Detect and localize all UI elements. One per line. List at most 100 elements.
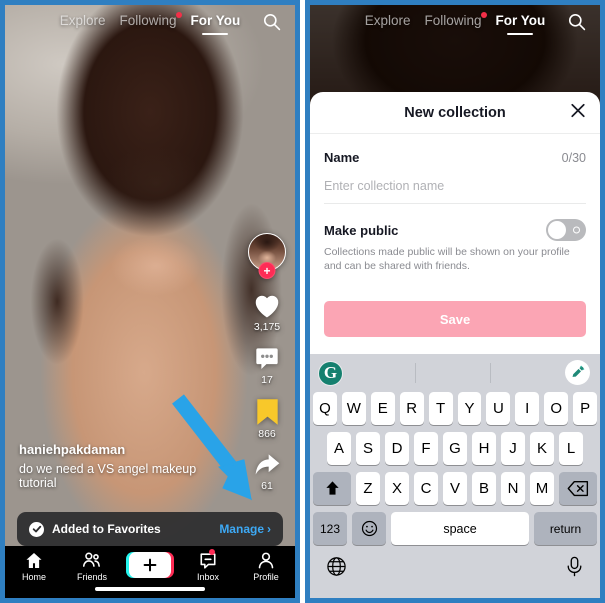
author-handle[interactable]: haniehpakdaman	[19, 442, 235, 457]
key-i[interactable]: I	[515, 392, 540, 425]
key-r[interactable]: R	[399, 392, 424, 425]
key-b[interactable]: B	[472, 472, 496, 505]
keyboard-suggestion-bar: G	[310, 354, 600, 392]
key-g[interactable]: G	[443, 432, 467, 465]
like-button[interactable]: 3,175	[252, 291, 282, 333]
share-count: 61	[261, 480, 273, 492]
manage-link-label: Manage	[219, 522, 264, 536]
inbox-notification-dot	[209, 549, 215, 555]
key-a[interactable]: A	[327, 432, 351, 465]
action-rail: + 3,175 17 866 61	[248, 233, 286, 492]
home-indicator	[95, 587, 205, 591]
key-c[interactable]: C	[414, 472, 438, 505]
left-phone-panel: Explore Following For You + 3,175 17 866…	[0, 0, 300, 603]
keyboard-row-2: A S D F G H J K L	[310, 432, 600, 465]
key-h[interactable]: H	[472, 432, 496, 465]
key-z[interactable]: Z	[356, 472, 380, 505]
top-navigation: Explore Following For You	[5, 12, 295, 31]
right-phone-panel: Explore Following For You New collection	[305, 0, 605, 603]
magic-pencil-icon[interactable]	[565, 360, 590, 385]
modal-header: New collection	[310, 92, 600, 134]
nav-tab-following-label: Following	[119, 13, 177, 28]
comment-button[interactable]: 17	[253, 345, 281, 386]
top-navigation-dimmed: Explore Following For You	[310, 12, 600, 31]
make-public-description: Collections made public will be shown on…	[324, 246, 570, 273]
nav-tab-following[interactable]: Following	[119, 12, 182, 28]
toggle-knob	[548, 221, 566, 239]
close-icon[interactable]	[570, 102, 586, 123]
name-field-header: Name 0/30	[324, 150, 586, 165]
modal-body: Name 0/30 Enter collection name Make pub…	[310, 150, 600, 338]
shift-icon[interactable]	[313, 472, 351, 505]
following-notification-dot	[175, 12, 182, 18]
key-y[interactable]: Y	[457, 392, 482, 425]
bottom-tab-friends[interactable]: Friends	[63, 551, 121, 582]
make-public-row: Make public	[324, 219, 586, 241]
comment-count: 17	[261, 374, 273, 386]
key-j[interactable]: J	[501, 432, 525, 465]
make-public-label: Make public	[324, 222, 399, 238]
collection-name-input[interactable]: Enter collection name	[324, 179, 586, 204]
grammarly-g-icon[interactable]: G	[318, 360, 343, 386]
manage-link[interactable]: Manage ›	[219, 522, 271, 536]
key-n[interactable]: N	[501, 472, 525, 505]
bottom-tab-profile[interactable]: Profile	[237, 551, 295, 582]
bottom-tab-inbox-label: Inbox	[196, 572, 220, 582]
char-counter: 0/30	[561, 150, 586, 165]
bottom-tab-friends-label: Friends	[76, 572, 107, 582]
key-d[interactable]: D	[385, 432, 409, 465]
favorite-button[interactable]: 866	[256, 398, 279, 440]
key-f[interactable]: F	[414, 432, 438, 465]
bottom-tab-home-label: Home	[21, 572, 46, 582]
backspace-icon[interactable]	[559, 472, 597, 505]
nav-tab-for-you[interactable]: For You	[191, 13, 241, 28]
key-t[interactable]: T	[428, 392, 453, 425]
make-public-toggle[interactable]	[546, 219, 586, 241]
search-icon[interactable]	[262, 12, 281, 31]
nav-tab-following-label: Following	[424, 13, 482, 28]
video-caption: do we need a VS angel makeup tutorial	[19, 462, 197, 490]
create-plus-icon[interactable]	[126, 552, 174, 578]
key-v[interactable]: V	[443, 472, 467, 505]
space-key[interactable]: space	[391, 512, 529, 545]
suggestion-divider	[490, 363, 491, 383]
author-avatar-button[interactable]: +	[248, 233, 286, 279]
modal-title: New collection	[404, 104, 506, 121]
screenshot-stage: Explore Following For You + 3,175 17 866…	[0, 0, 605, 603]
return-key[interactable]: return	[534, 512, 597, 545]
key-u[interactable]: U	[486, 392, 511, 425]
key-s[interactable]: S	[356, 432, 380, 465]
key-m[interactable]: M	[530, 472, 554, 505]
key-e[interactable]: E	[370, 392, 395, 425]
save-button[interactable]: Save	[324, 301, 586, 338]
mic-icon[interactable]	[565, 556, 584, 582]
nav-tab-explore[interactable]: Explore	[60, 13, 106, 28]
name-field-label: Name	[324, 150, 360, 165]
numeric-key[interactable]: 123	[313, 512, 347, 545]
emoji-icon[interactable]	[352, 512, 386, 545]
favorites-toast: Added to Favorites Manage ›	[17, 512, 283, 546]
share-button[interactable]: 61	[253, 452, 282, 492]
chevron-right-icon: ›	[267, 522, 271, 536]
key-w[interactable]: W	[341, 392, 366, 425]
bottom-tab-inbox[interactable]: Inbox	[179, 549, 237, 582]
check-circle-icon	[29, 521, 44, 537]
key-q[interactable]: Q	[312, 392, 337, 425]
toggle-off-mark	[573, 226, 580, 234]
keyboard-row-4: 123 space return	[310, 512, 600, 545]
key-p[interactable]: P	[573, 392, 598, 425]
bottom-tab-home[interactable]: Home	[5, 551, 63, 582]
key-x[interactable]: X	[385, 472, 409, 505]
nav-tab-for-you[interactable]: For You	[496, 13, 546, 28]
follow-plus-badge[interactable]: +	[258, 262, 276, 279]
search-icon[interactable]	[567, 12, 586, 31]
like-count: 3,175	[253, 321, 281, 333]
favorite-count: 866	[258, 428, 276, 440]
key-k[interactable]: K	[530, 432, 554, 465]
nav-tab-explore[interactable]: Explore	[365, 13, 411, 28]
key-l[interactable]: L	[559, 432, 583, 465]
globe-icon[interactable]	[326, 556, 347, 582]
bottom-tab-create[interactable]	[121, 551, 179, 578]
key-o[interactable]: O	[544, 392, 569, 425]
nav-tab-following[interactable]: Following	[424, 12, 487, 28]
